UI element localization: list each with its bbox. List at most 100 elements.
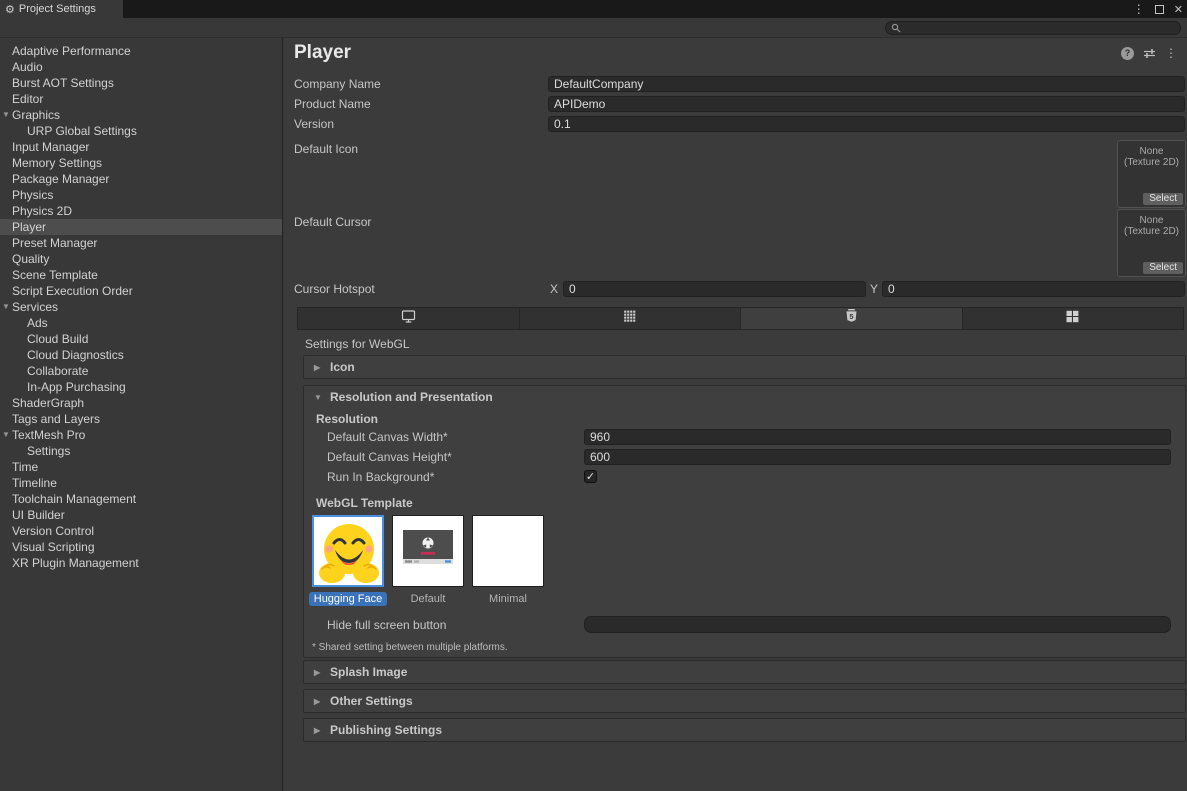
platform-tab-webgl[interactable]: 5 [741, 308, 963, 329]
run-in-background-checkbox[interactable]: ✓ [584, 470, 597, 483]
sidebar-item-input-manager[interactable]: Input Manager [0, 139, 282, 155]
sidebar-item-label: XR Plugin Management [12, 556, 139, 570]
resolution-presentation-header[interactable]: ▼ Resolution and Presentation [304, 386, 1185, 409]
sidebar-item-burst-aot-settings[interactable]: Burst AOT Settings [0, 75, 282, 91]
window-tab-project-settings[interactable]: ⚙ Project Settings [0, 0, 123, 18]
window-menu-icon[interactable]: ⋮ [1133, 2, 1145, 16]
sidebar-item-timeline[interactable]: Timeline [0, 475, 282, 491]
sidebar-item-toolchain-management[interactable]: Toolchain Management [0, 491, 282, 507]
canvas-height-field[interactable]: 600 [584, 449, 1171, 465]
sidebar-item-xr-plugin-management[interactable]: XR Plugin Management [0, 555, 282, 571]
sidebar-item-audio[interactable]: Audio [0, 59, 282, 75]
sidebar-item-visual-scripting[interactable]: Visual Scripting [0, 539, 282, 555]
sidebar-item-package-manager[interactable]: Package Manager [0, 171, 282, 187]
help-icon[interactable]: ? [1121, 47, 1134, 60]
sidebar-item-label: Physics [12, 188, 53, 202]
sidebar-item-label: UI Builder [12, 508, 65, 522]
sidebar-item-cloud-build[interactable]: Cloud Build [0, 331, 282, 347]
preset-icon[interactable] [1143, 47, 1156, 60]
icon-section-title: Icon [316, 360, 355, 374]
webgl-template-minimal[interactable] [472, 515, 544, 587]
close-icon[interactable]: ✕ [1174, 3, 1183, 16]
other-settings-section[interactable]: ▶Other Settings [303, 689, 1186, 713]
sidebar-item-ui-builder[interactable]: UI Builder [0, 507, 282, 523]
shared-setting-footnote: * Shared setting between multiple platfo… [312, 642, 508, 653]
texture-type-label: (Texture 2D) [1118, 157, 1185, 168]
other-settings-title: Other Settings [316, 694, 413, 708]
sidebar-item-settings[interactable]: Settings [0, 443, 282, 459]
sidebar-item-memory-settings[interactable]: Memory Settings [0, 155, 282, 171]
select-texture-button[interactable]: Select [1143, 193, 1183, 205]
texture-none-label: None [1118, 215, 1185, 226]
platform-tab-windows-store[interactable] [963, 308, 1184, 329]
chevron-right-icon: ▶ [314, 356, 320, 379]
webgl-template-subheader: WebGL Template [316, 496, 413, 510]
kebab-icon[interactable]: ⋮ [1165, 46, 1177, 60]
sidebar-item-ads[interactable]: Ads [0, 315, 282, 331]
canvas-width-field[interactable]: 960 [584, 429, 1171, 445]
page-title: Player [294, 42, 351, 64]
svg-text:5: 5 [849, 311, 853, 320]
sidebar-item-urp-global-settings[interactable]: URP Global Settings [0, 123, 282, 139]
maximize-icon[interactable] [1155, 5, 1164, 14]
platform-tab-standalone[interactable] [298, 308, 520, 329]
default-cursor-texture-slot[interactable]: None (Texture 2D) Select [1117, 209, 1186, 277]
publishing-settings-section[interactable]: ▶Publishing Settings [303, 718, 1186, 742]
sidebar-item-physics[interactable]: Physics [0, 187, 282, 203]
sidebar-item-label: Visual Scripting [12, 540, 95, 554]
product-name-field[interactable]: APIDemo [548, 96, 1185, 112]
sidebar-item-tags-and-layers[interactable]: Tags and Layers [0, 411, 282, 427]
chevron-down-icon[interactable]: ▼ [2, 299, 12, 315]
hide-fullscreen-field[interactable] [584, 616, 1171, 633]
icon-section[interactable]: ▶ Icon [303, 355, 1186, 379]
sidebar-item-label: In-App Purchasing [27, 380, 126, 394]
sidebar-item-preset-manager[interactable]: Preset Manager [0, 235, 282, 251]
sidebar-item-cloud-diagnostics[interactable]: Cloud Diagnostics [0, 347, 282, 363]
sidebar-item-label: Player [12, 220, 46, 234]
sidebar-item-version-control[interactable]: Version Control [0, 523, 282, 539]
sidebar-item-label: Script Execution Order [12, 284, 133, 298]
sidebar-item-graphics[interactable]: ▼Graphics [0, 107, 282, 123]
sidebar-item-label: Burst AOT Settings [12, 76, 114, 90]
splash-image-section[interactable]: ▶Splash Image [303, 660, 1186, 684]
webgl-template-hugging-face[interactable] [312, 515, 384, 587]
run-in-background-label: Run In Background* [327, 469, 434, 485]
hotspot-y-field[interactable]: 0 [882, 281, 1185, 297]
hotspot-x-field[interactable]: 0 [563, 281, 866, 297]
settings-category-sidebar: Adaptive PerformanceAudioBurst AOT Setti… [0, 38, 283, 791]
sidebar-item-collaborate[interactable]: Collaborate [0, 363, 282, 379]
canvas-height-label: Default Canvas Height* [327, 449, 452, 465]
windows-icon [1066, 310, 1079, 328]
company-name-field[interactable]: DefaultCompany [548, 76, 1185, 92]
sidebar-item-editor[interactable]: Editor [0, 91, 282, 107]
company-name-label: Company Name [294, 76, 381, 92]
sidebar-item-label: Version Control [12, 524, 94, 538]
platform-tab-dedicated-server[interactable] [520, 308, 742, 329]
webgl-template-default[interactable] [392, 515, 464, 587]
publishing-settings-title: Publishing Settings [316, 723, 442, 737]
chevron-down-icon[interactable]: ▼ [2, 107, 12, 123]
select-texture-button[interactable]: Select [1143, 262, 1183, 274]
canvas-width-label: Default Canvas Width* [327, 429, 448, 445]
sidebar-item-textmesh-pro[interactable]: ▼TextMesh Pro [0, 427, 282, 443]
sidebar-item-in-app-purchasing[interactable]: In-App Purchasing [0, 379, 282, 395]
sidebar-item-label: Time [12, 460, 38, 474]
sidebar-item-adaptive-performance[interactable]: Adaptive Performance [0, 43, 282, 59]
default-icon-texture-slot[interactable]: None (Texture 2D) Select [1117, 140, 1186, 208]
sidebar-item-time[interactable]: Time [0, 459, 282, 475]
search-box[interactable] [885, 21, 1181, 35]
sidebar-item-script-execution-order[interactable]: Script Execution Order [0, 283, 282, 299]
sidebar-item-label: Toolchain Management [12, 492, 136, 506]
chevron-down-icon[interactable]: ▼ [2, 427, 12, 443]
sidebar-item-player[interactable]: Player [0, 219, 282, 235]
sidebar-item-physics-2d[interactable]: Physics 2D [0, 203, 282, 219]
splash-image-title: Splash Image [316, 665, 407, 679]
sidebar-item-services[interactable]: ▼Services [0, 299, 282, 315]
sidebar-item-scene-template[interactable]: Scene Template [0, 267, 282, 283]
search-input[interactable] [901, 22, 1180, 34]
sidebar-item-quality[interactable]: Quality [0, 251, 282, 267]
server-icon [623, 310, 637, 328]
sidebar-item-shadergraph[interactable]: ShaderGraph [0, 395, 282, 411]
texture-type-label: (Texture 2D) [1118, 226, 1185, 237]
version-field[interactable]: 0.1 [548, 116, 1185, 132]
